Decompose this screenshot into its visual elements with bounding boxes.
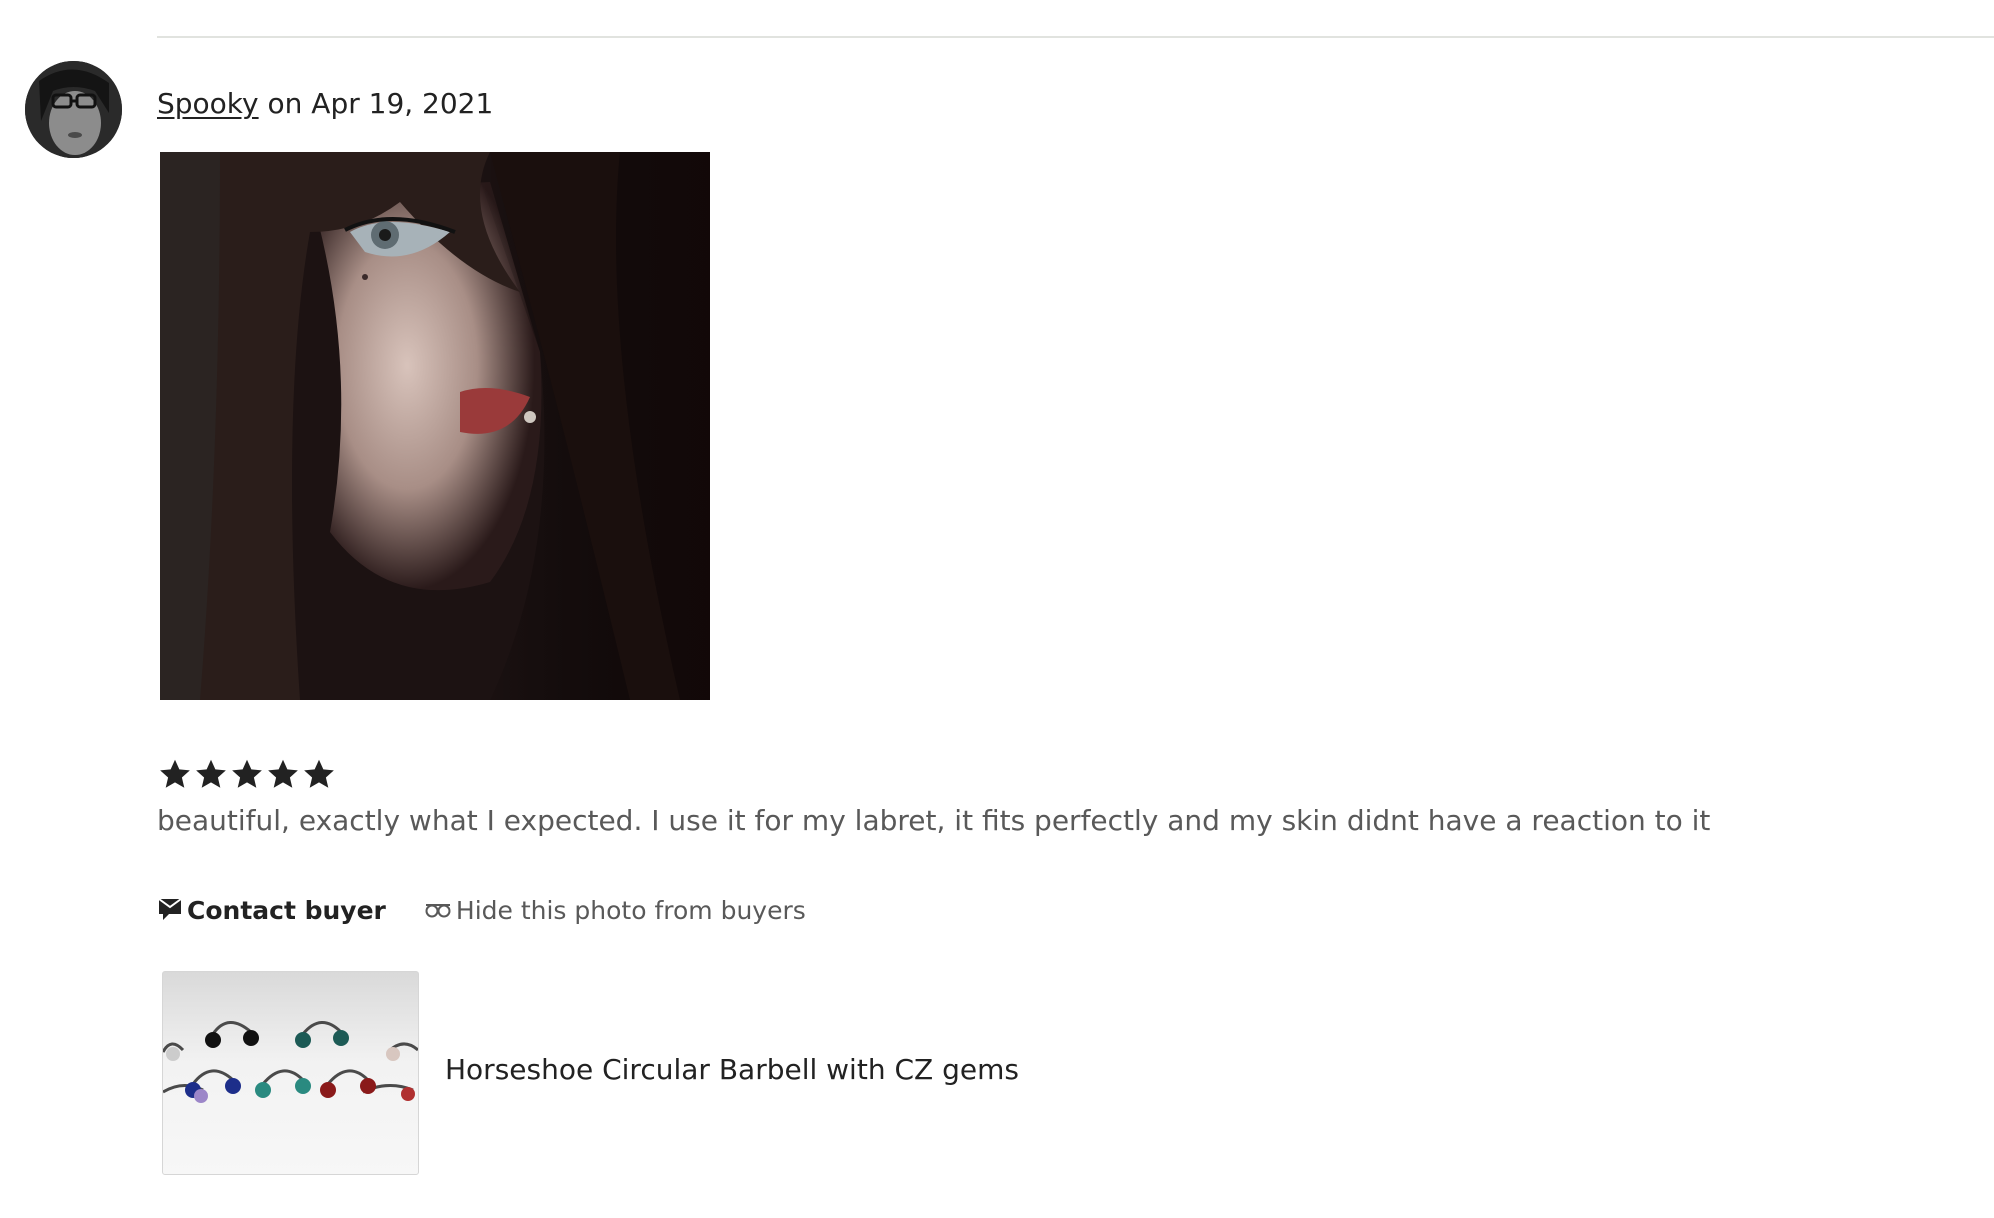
star-icon (196, 759, 226, 788)
product-image (163, 1021, 418, 1103)
top-divider (157, 36, 1994, 38)
rating-stars (157, 752, 337, 796)
contact-buyer-button[interactable]: Contact buyer (157, 896, 386, 925)
review-text: beautiful, exactly what I expected. I us… (157, 804, 1711, 837)
hidden-eyes-icon (425, 904, 451, 918)
product-thumbnail[interactable] (162, 971, 419, 1175)
review-header: Spooky on Apr 19, 2021 (157, 84, 493, 124)
contact-buyer-label: Contact buyer (187, 895, 386, 925)
review-photo-image (160, 152, 710, 700)
avatar-image (25, 61, 122, 158)
star-icon (268, 759, 298, 788)
star-icon (232, 759, 262, 788)
review-photo[interactable] (160, 152, 710, 700)
review-actions: Contact buyer Hide this photo from buyer… (157, 890, 806, 930)
product-title-link[interactable]: Horseshoe Circular Barbell with CZ gems (445, 1050, 1019, 1090)
hide-photo-button[interactable]: Hide this photo from buyers (424, 896, 806, 925)
reviewer-avatar[interactable] (25, 61, 122, 158)
review-date: on Apr 19, 2021 (258, 87, 494, 120)
reviewer-name-link[interactable]: Spooky (157, 87, 259, 120)
hide-photo-label: Hide this photo from buyers (455, 895, 806, 925)
speech-bubble-icon (158, 898, 182, 920)
star-icon (160, 759, 190, 788)
star-icon (304, 759, 334, 788)
